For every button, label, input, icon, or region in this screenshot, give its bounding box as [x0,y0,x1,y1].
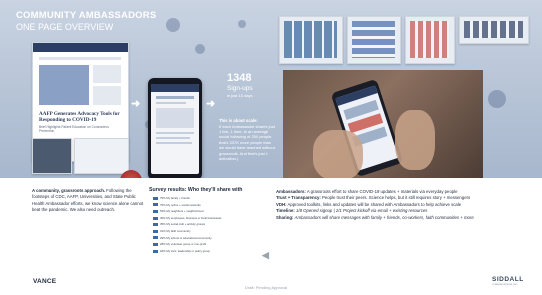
siddall-logo-sub: COMMUNICATIONS, INC. [492,284,518,286]
signup-sublabel: in just 10 days [227,93,253,98]
siddall-logo: SIDDALL [492,276,524,283]
survey-row: 31% My faith community [153,229,190,234]
content-line [156,102,186,104]
toolkit-thumbnail [405,16,455,64]
hand [313,130,363,178]
survey-row-text: 75% My family + friends [160,196,190,200]
virus-decoration-icon [166,18,180,32]
hands-phone-photo [283,70,483,178]
timeline-text: 1/8 Opened signup | 2/1 Project kickoff … [296,208,428,214]
survey-row-text: 70% My online + social networks [160,202,201,207]
phone-screen [151,84,199,174]
hero-banner: COMMUNITY AMBASSADORS ONE PAGE OVERVIEW … [0,0,542,178]
survey-row: 18% My civic, leadership or policy group [153,249,210,254]
virus-decoration-icon [238,20,246,28]
article-headline: AAFP Generates Advocacy Tools for Respon… [39,111,120,124]
survey-row: 29% My school or educational community [153,236,212,241]
survey-bullet-icon [153,236,158,240]
survey-row: 45% My employees, business or local busi… [153,216,222,221]
survey-row-text: 53% My neighbors + neighborhood [160,209,204,214]
virus-decoration-icon [488,90,506,108]
survey-row: 70% My online + social networks [153,203,201,208]
survey-row-text: 31% My faith community [160,229,191,233]
survey-row: 35% My social club + activity groups [153,222,205,227]
sharing-label: Sharing: [276,214,294,220]
content-line [156,132,194,134]
timeline-label: Timeline: [276,208,295,214]
survey-bullet-icon [153,196,158,200]
survey-bullet-icon [153,216,158,220]
right-text-block: Ambassadors: A grassroots effort to shar… [276,189,524,221]
content-line [156,142,192,144]
trust-label: Trust + Transparency: [276,195,321,201]
page-subtitle: ONE PAGE OVERVIEW [16,22,114,32]
sharing-text: Ambassadors will share messages with fam… [294,214,474,220]
arrow-right-icon: ➜ [131,98,141,110]
survey-bullet-icon [153,203,158,207]
survey-row: 75% My family + friends [153,196,190,201]
site-header-bar [33,43,128,52]
left-text-block: A community, grassroots approach. Follow… [32,188,144,214]
content-block [156,108,194,128]
survey-bullet-icon [153,242,158,246]
sidebar-box [93,86,121,105]
survey-row: 28% My volunteer group or non-profit [153,242,206,247]
scale-heading: This is about scale: [219,118,258,123]
survey-row-text: 35% My social club + activity groups [160,222,206,227]
left-lead: A community, grassroots approach. [32,188,106,193]
virus-decoration-icon [195,44,205,54]
survey-row-text: 28% My volunteer group or non-profit [160,242,207,247]
phone-mockup [148,78,202,178]
arrow-left-icon: ◀ [262,250,269,260]
page-title: COMMUNITY AMBASSADORS [16,10,157,21]
vdh-text: Approved toolkits, links and updates wil… [287,201,462,207]
survey-title: Survey results: Who they'll share with [149,187,243,193]
survey-row-text: 45% My employees, business or local busi… [160,215,222,220]
content-line [156,96,194,99]
survey-bullet-icon [153,223,158,227]
survey-bullet-icon [153,229,158,233]
survey-row-text: 18% My civic, leadership or policy group [160,248,210,253]
signup-count: 1348 [227,72,252,84]
hero-image [39,65,89,105]
survey-bullet-icon [153,209,158,213]
arrow-right-icon: ➜ [206,98,216,110]
sidebar-box [93,65,121,83]
vdh-label: VDH: [276,201,287,207]
nav-strip [39,57,121,60]
scale-note: This is about scale: If each Ambassador … [219,118,277,161]
survey-row-text: 29% My school or educational community [160,235,212,240]
signup-label: Sign-ups [227,85,253,92]
toolkit-thumbnail [279,16,343,64]
app-header [151,84,199,92]
hand [395,110,435,170]
toolkit-thumbnail [347,16,401,64]
trust-text: People trust their peers. Science helps,… [321,195,471,201]
vance-logo: VANCE [33,278,57,285]
article-card [32,138,72,174]
ambassadors-label: Ambassadors: [276,189,306,194]
toolkit-thumbnail [459,16,529,44]
survey-bullet-icon [153,249,158,253]
ambassadors-text: A grassroots effort to share COVID-19 up… [306,189,458,194]
content-line [156,137,190,139]
article-card [74,138,129,174]
survey-row: 53% My neighbors + neighborhood [153,209,203,214]
scale-body: If each Ambassador shares just 1 link, 1… [219,123,275,162]
article-subhead: Brief Highlights Patient Education on Co… [39,125,109,134]
slide: COMMUNITY AMBASSADORS ONE PAGE OVERVIEW … [0,0,542,295]
draft-notice: Draft: Pending Approval [245,285,288,290]
